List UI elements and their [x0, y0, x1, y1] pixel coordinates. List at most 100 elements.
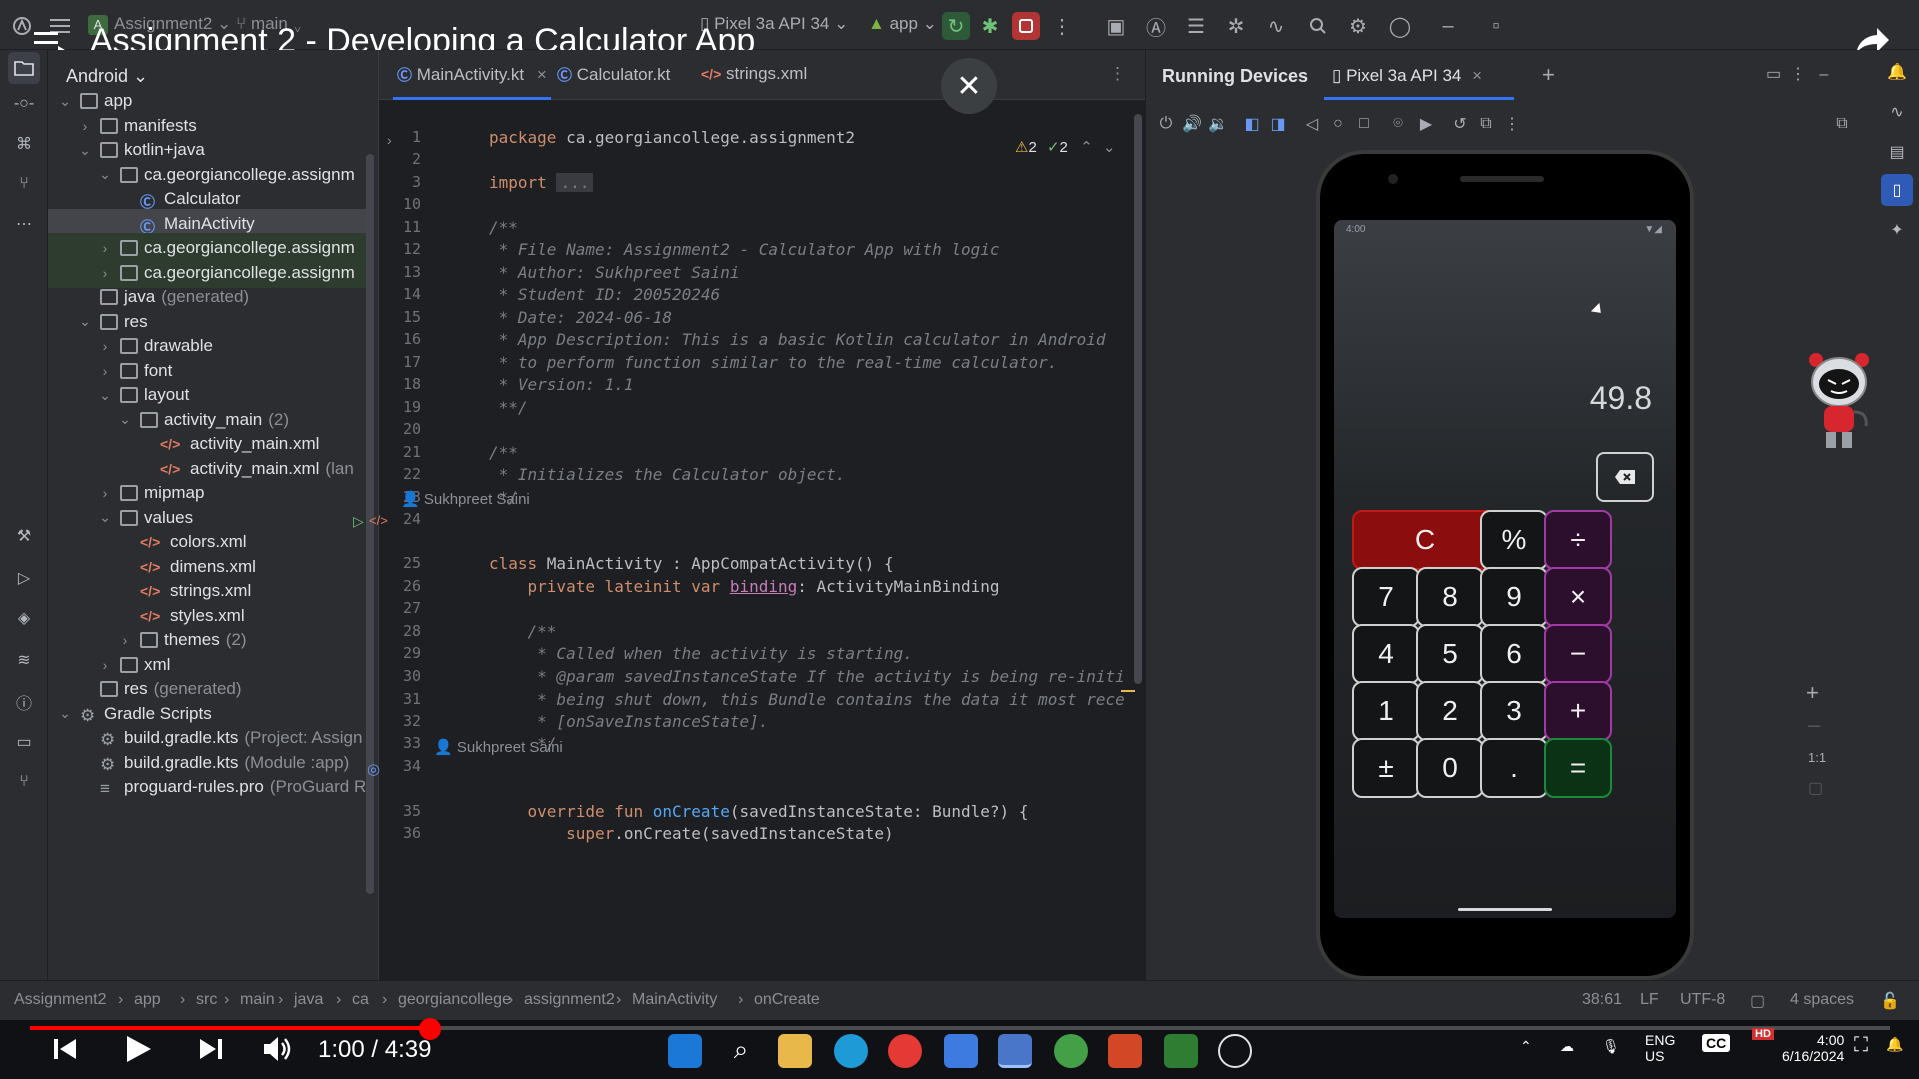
file-explorer-icon[interactable]	[778, 1034, 812, 1068]
calc-key[interactable]: 8	[1416, 567, 1484, 627]
overview-icon[interactable]: □	[1352, 112, 1376, 136]
breadcrumb-item[interactable]: georgiancollege	[398, 991, 511, 1009]
calc-key[interactable]: 1	[1352, 681, 1420, 741]
project-view-selector[interactable]: Android ⌄	[66, 66, 148, 87]
commit-icon[interactable]: -○-	[8, 88, 40, 120]
chrome-browser-icon[interactable]	[888, 1034, 922, 1068]
calc-key[interactable]: 9	[1480, 567, 1548, 627]
profiler-icon[interactable]: ∿	[1262, 12, 1290, 40]
captions-icon[interactable]: CC	[1702, 1034, 1731, 1052]
calc-key[interactable]: .	[1480, 738, 1548, 798]
volume-down-icon[interactable]: 🔉	[1206, 112, 1230, 136]
settings-gear-icon[interactable]: ⚙	[1344, 12, 1372, 40]
chrome-profile-icon[interactable]	[1054, 1034, 1088, 1068]
more-tools-icon[interactable]: ⋯	[8, 208, 40, 240]
calc-key[interactable]: −	[1544, 624, 1612, 684]
apply-changes-icon[interactable]: ↻	[942, 12, 970, 40]
run-config-selector[interactable]: ▲ app ⌄	[868, 14, 937, 34]
structure-icon[interactable]: ⌘	[8, 128, 40, 160]
breadcrumb-item[interactable]: ca	[352, 991, 369, 1009]
readonly-toggle-icon[interactable]: ▢	[1750, 991, 1765, 1011]
app-quality-icon[interactable]: ◈	[8, 602, 40, 634]
volume-icon[interactable]	[262, 1035, 294, 1063]
onedrive-icon[interactable]: ☁	[1560, 1038, 1574, 1055]
device-file-explorer-icon[interactable]: ▤	[1881, 136, 1913, 168]
breadcrumb-item[interactable]: onCreate	[754, 991, 820, 1009]
breadcrumb-item[interactable]: Assignment2	[14, 991, 107, 1009]
account-icon[interactable]: ◯	[1386, 12, 1414, 40]
breadcrumb-item[interactable]: src	[196, 991, 217, 1009]
chevron-right-icon[interactable]: ›	[118, 632, 132, 648]
lock-icon[interactable]: 🔓	[1880, 991, 1900, 1011]
warning-stripe-marker[interactable]	[1121, 690, 1135, 692]
project-folder-icon[interactable]	[8, 52, 40, 84]
logcat-icon[interactable]: ≋	[8, 644, 40, 676]
zoom-actual-size[interactable]: 1:1	[1808, 750, 1826, 765]
tab-mainactivity[interactable]: Ⓒ MainActivity.kt ×	[397, 64, 547, 85]
breadcrumb-item[interactable]: java	[294, 991, 323, 1009]
add-device-icon[interactable]: +	[1542, 62, 1555, 88]
code-line[interactable]: 36 super.onCreate(savedInstanceState)	[379, 824, 1146, 851]
override-gutter-icon[interactable]: ◎	[367, 760, 380, 778]
next-video-icon[interactable]	[198, 1036, 224, 1062]
previous-video-icon[interactable]	[52, 1036, 78, 1062]
android-studio-taskbar-icon[interactable]	[998, 1034, 1032, 1068]
tabs-more-icon[interactable]: ⋮	[1109, 64, 1126, 84]
fullscreen-icon[interactable]: ⛶	[1854, 1034, 1868, 1057]
microphone-icon[interactable]: 🎙	[1602, 1038, 1620, 1055]
code-vision-author[interactable]: 👤 Sukhpreet Saini	[434, 738, 563, 756]
caret-position[interactable]: 38:61	[1582, 991, 1622, 1009]
screen-record-icon[interactable]: ▶	[1414, 112, 1438, 136]
layout-gutter-icon[interactable]: </>	[369, 513, 388, 528]
screenshot-icon[interactable]: ⌾	[1386, 112, 1410, 136]
chevron-right-icon[interactable]: ›	[98, 265, 112, 281]
run-icon[interactable]: ▷	[8, 562, 40, 594]
chevron-right-icon[interactable]: ›	[98, 485, 112, 501]
calc-key[interactable]: ±	[1352, 738, 1420, 798]
breadcrumb-item[interactable]: app	[134, 991, 161, 1009]
tab-strings[interactable]: </> strings.xml	[701, 64, 807, 84]
chevron-down-icon[interactable]: ⌄	[98, 166, 112, 183]
backspace-button[interactable]	[1596, 452, 1654, 502]
file-encoding[interactable]: UTF-8	[1680, 991, 1725, 1009]
calc-key[interactable]: 7	[1352, 567, 1420, 627]
calc-key[interactable]: ÷	[1544, 510, 1612, 570]
search-icon[interactable]	[1304, 12, 1332, 40]
device-explorer-icon[interactable]: ⧉	[1830, 112, 1854, 136]
tree-item[interactable]: ≡ proguard-rules.pro (ProGuard R	[48, 772, 370, 802]
chevron-down-icon[interactable]: ⌄	[118, 411, 132, 428]
editor-scrollbar[interactable]	[1134, 114, 1142, 684]
breadcrumb-item[interactable]: main	[240, 991, 275, 1009]
home-icon[interactable]: ○	[1326, 112, 1350, 136]
mail-icon[interactable]	[944, 1034, 978, 1068]
version-control-icon[interactable]: ⑂	[8, 766, 40, 798]
close-tab-icon[interactable]: ×	[537, 65, 547, 84]
code-vision-author[interactable]: 👤 Sukhpreet Saini	[401, 490, 530, 508]
chevron-right-icon[interactable]: ›	[98, 363, 112, 379]
stop-button[interactable]	[1012, 12, 1040, 40]
calc-key[interactable]: 3	[1480, 681, 1548, 741]
chevron-down-icon[interactable]: ⌄	[98, 387, 112, 404]
gradle-icon[interactable]: ∿	[1881, 96, 1913, 128]
calc-key[interactable]: =	[1544, 738, 1612, 798]
code-line[interactable]: 34	[379, 757, 1146, 784]
calc-key[interactable]: +	[1544, 681, 1612, 741]
sdk-manager-icon[interactable]: ✲	[1222, 12, 1250, 40]
calc-key[interactable]: 0	[1416, 738, 1484, 798]
notification-center-icon[interactable]: 🔔	[1886, 1036, 1903, 1053]
chevron-right-icon[interactable]: ›	[98, 657, 112, 673]
chevron-down-icon[interactable]: ⌄	[58, 93, 72, 110]
recorder-icon[interactable]	[1218, 1034, 1252, 1068]
close-device-tab-icon[interactable]: ×	[1472, 66, 1482, 85]
gradle-sync-icon[interactable]: ☰	[1182, 12, 1210, 40]
taskbar-search-icon[interactable]: ⌕	[724, 1034, 758, 1068]
calc-key[interactable]: 5	[1416, 624, 1484, 684]
indent-setting[interactable]: 4 spaces	[1790, 991, 1854, 1009]
input-language[interactable]: ENG US	[1645, 1032, 1675, 1064]
calc-key[interactable]: C	[1352, 510, 1498, 570]
system-clock[interactable]: 4:00 6/16/2024	[1782, 1032, 1844, 1064]
reset-icon[interactable]: ↺	[1448, 112, 1472, 136]
more-actions-icon[interactable]: ⋮	[1048, 12, 1076, 40]
notepad-icon[interactable]	[1164, 1034, 1198, 1068]
restore-window-icon[interactable]: ▫	[1482, 12, 1510, 40]
